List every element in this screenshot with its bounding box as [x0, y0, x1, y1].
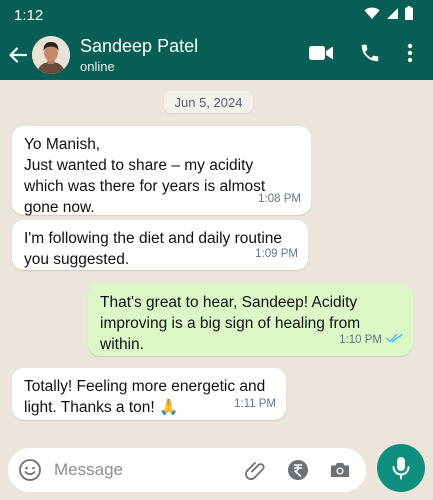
- message-time: 1:09 PM: [255, 248, 298, 260]
- back-arrow-icon[interactable]: [4, 41, 32, 69]
- message-meta: 1:11 PM: [234, 394, 276, 415]
- message-time: 1:10 PM: [339, 334, 382, 346]
- attach-icon[interactable]: [244, 458, 268, 482]
- emoji-icon[interactable]: [18, 458, 42, 482]
- message-bubble-outgoing[interactable]: That's great to hear, Sandeep! Acidity i…: [88, 284, 413, 356]
- status-bar: 1:12: [0, 0, 433, 30]
- date-chip: Jun 5, 2024: [164, 91, 253, 113]
- chat-area[interactable]: Jun 5, 2024 Yo Manish, Just wanted to sh…: [0, 80, 433, 442]
- battery-icon: [405, 6, 413, 24]
- status-icons: [364, 6, 413, 24]
- double-tick-icon: [386, 330, 403, 351]
- message-bubble-incoming[interactable]: Yo Manish, Just wanted to share – my aci…: [12, 126, 311, 216]
- contact-name: Sandeep Patel: [80, 36, 199, 56]
- message-time: 1:08 PM: [258, 193, 301, 205]
- composer-icons: [244, 458, 352, 482]
- header-actions: [309, 42, 413, 69]
- rupee-payment-icon[interactable]: [286, 458, 310, 482]
- signal-icon: [386, 7, 399, 24]
- wifi-icon: [364, 7, 380, 24]
- more-options-icon[interactable]: [407, 43, 413, 68]
- message-bubble-incoming[interactable]: I'm following the diet and daily routine…: [12, 220, 308, 270]
- message-meta: 1:08 PM: [258, 189, 301, 210]
- input-bar: Message: [0, 442, 433, 500]
- message-time: 1:11 PM: [234, 398, 276, 410]
- contact-status: online: [80, 59, 115, 74]
- message-bubble-incoming[interactable]: Totally! Feeling more energetic and ligh…: [12, 368, 286, 420]
- message-meta: 1:10 PM: [339, 330, 403, 351]
- mic-icon: [390, 456, 412, 480]
- app-bar: Sandeep Patel online: [0, 30, 433, 80]
- chat-header: 1:12 Sandeep Patel online: [0, 0, 433, 80]
- phone-icon[interactable]: [359, 42, 381, 69]
- message-input[interactable]: Message: [54, 460, 244, 480]
- message-meta: 1:09 PM: [255, 244, 298, 265]
- contact-info[interactable]: Sandeep Patel online: [80, 36, 309, 74]
- avatar[interactable]: [32, 36, 70, 74]
- mic-button[interactable]: [377, 444, 425, 492]
- status-time: 1:12: [14, 6, 44, 24]
- camera-icon[interactable]: [328, 458, 352, 482]
- message-composer[interactable]: Message: [8, 448, 366, 492]
- video-call-icon[interactable]: [309, 45, 333, 66]
